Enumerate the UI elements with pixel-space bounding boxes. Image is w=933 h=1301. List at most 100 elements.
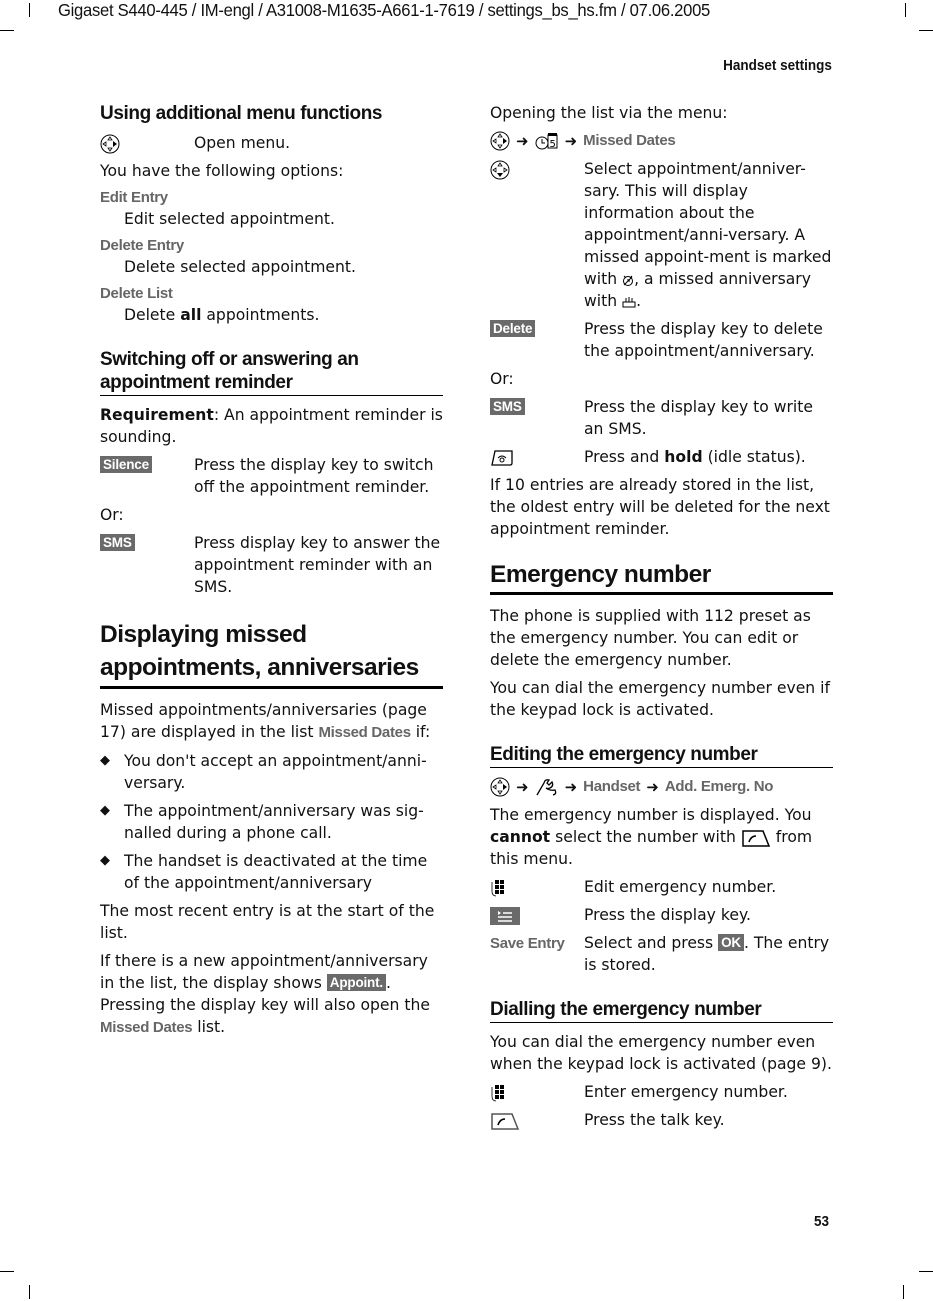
paragraph: The phone is supplied with 112 preset as… — [490, 607, 811, 669]
left-column: Using additional menu functions Open men… — [100, 102, 443, 1045]
paragraph: You have the following options: — [100, 162, 344, 180]
paragraph: You can dial the emergency number even w… — [490, 1033, 832, 1073]
list-item-text: The appointment/anniversary was sig-nall… — [124, 802, 424, 842]
instruction-row: Press and hold (idle status). — [490, 446, 833, 468]
paragraph: Or: — [100, 506, 124, 524]
text: Delete — [124, 306, 181, 324]
instruction-text: Enter emergency number. — [584, 1083, 788, 1101]
keypad-icon — [490, 1084, 508, 1102]
crop-mark — [919, 30, 933, 31]
paragraph: If there is a new appointment/anniversar… — [100, 950, 443, 1039]
end-call-key-icon — [490, 449, 514, 467]
option-description: Delete selected appointment. — [124, 258, 356, 276]
instruction-row: Select appointment/anniver-sary. This wi… — [490, 158, 833, 312]
crop-mark — [903, 1285, 904, 1299]
instruction-text: Open menu. — [194, 134, 291, 152]
menu-item-handset: Handset — [583, 778, 641, 795]
bullet-diamond-icon: ◆ — [100, 803, 110, 818]
talk-key-icon — [490, 1111, 520, 1131]
instruction-row: SMS Press the display key to write an SM… — [490, 396, 833, 440]
section-title: Emergency number — [490, 560, 833, 595]
list-item-text: You don't accept an appointment/anni-ver… — [124, 752, 427, 792]
keypad-icon — [490, 879, 508, 897]
menu-item-add-emerg-no: Add. Emerg. No — [664, 778, 774, 795]
instruction-row: SMS Press display key to answer the appo… — [100, 532, 443, 598]
instruction-text: Press the display key to switch off the … — [194, 456, 434, 496]
display-key-sms: SMS — [100, 534, 135, 551]
control-key-right-icon — [490, 131, 510, 151]
svg-text:5: 5 — [549, 139, 555, 150]
display-key-ok: OK — [718, 934, 744, 951]
text: The emergency number is displayed. You — [490, 806, 812, 824]
crop-mark — [29, 3, 30, 17]
talk-key-icon — [741, 828, 771, 848]
display-key-appoint: Appoint. — [326, 974, 386, 991]
paragraph: Missed appointments/anniversaries (page … — [100, 699, 443, 744]
instruction-row: Delete Press the display key to delete t… — [490, 318, 833, 362]
text: if: — [410, 723, 431, 741]
arrow-right-icon: ➜ — [564, 132, 578, 150]
instruction-text: Edit emergency number. — [584, 878, 777, 896]
paragraph: The emergency number is displayed. You c… — [490, 804, 833, 870]
instruction-text: Select appointment/anniver-sary. This wi… — [584, 158, 833, 312]
menu-option-save-entry: Save Entry — [490, 935, 565, 952]
crop-mark — [0, 1271, 14, 1272]
menu-option-edit-entry: Edit Entry — [100, 189, 168, 206]
instruction-row: Press the display key. — [490, 904, 833, 926]
instruction-text: Press display key to answer the appointm… — [194, 534, 441, 596]
crop-mark — [919, 1271, 933, 1272]
instruction-text: Press the talk key. — [584, 1111, 725, 1129]
text: (idle status). — [702, 448, 806, 466]
section-title: Displaying missed appointments, annivers… — [100, 618, 443, 689]
text: , a missed anniversary with — [584, 270, 811, 310]
section-title: Using additional menu functions — [100, 103, 383, 124]
menu-option-delete-list: Delete List — [100, 285, 173, 302]
menu-item-ref: Missed Dates — [100, 1019, 193, 1036]
text: Select and press — [584, 934, 719, 952]
instruction-row: Open menu. — [100, 132, 443, 154]
right-column: Opening the list via the menu: ➜ 5 ➜ Mis… — [490, 102, 833, 1137]
list-item: ◆ You don't accept an appointment/anni-ve… — [100, 750, 443, 794]
control-key-down-icon — [490, 160, 510, 180]
menu-option-delete-entry: Delete Entry — [100, 237, 184, 254]
menu-display-key-icon — [490, 906, 520, 925]
section-title: Editing the emergency number — [490, 743, 833, 768]
bullet-diamond-icon: ◆ — [100, 853, 110, 868]
arrow-right-icon: ➜ — [564, 778, 578, 796]
birthday-cake-icon — [622, 296, 636, 308]
arrow-right-icon: ➜ — [516, 778, 529, 796]
text: appointments. — [201, 306, 320, 324]
requirement: Requirement: An appointment reminder is … — [100, 404, 443, 448]
text: . — [636, 292, 642, 310]
menu-path: ➜ 5 ➜ Missed Dates — [490, 130, 833, 152]
instruction-row: Edit emergency number. — [490, 876, 833, 898]
paragraph: The most recent entry is at the start of… — [100, 902, 435, 942]
instruction-row: Press the talk key. — [490, 1109, 833, 1131]
alarm-clock-icon — [622, 273, 634, 287]
emphasis: all — [180, 306, 202, 324]
list-item: ◆ The appointment/anniversary was sig-nal… — [100, 800, 443, 844]
menu-path: ➜ ➜ Handset ➜ Add. Emerg. No — [490, 776, 833, 798]
page-number: 53 — [814, 1213, 830, 1230]
instruction-row: Save Entry Select and press OK. The entr… — [490, 932, 833, 976]
settings-wrench-icon — [535, 777, 559, 797]
option-description: Delete all appointments. — [100, 304, 443, 326]
instruction-text: Press the display key. — [584, 906, 751, 924]
instruction-text: Press the display key to delete the appo… — [584, 320, 823, 360]
paragraph: If 10 entries are already stored in the … — [490, 476, 830, 538]
paragraph: Or: — [490, 370, 514, 388]
instruction-row: Enter emergency number. — [490, 1081, 833, 1103]
requirement-label: Requirement — [100, 406, 214, 424]
instruction-text: Press and hold (idle status). — [584, 446, 833, 468]
document-header: Gigaset S440-445 / IM-engl / A31008-M163… — [58, 0, 711, 20]
display-key-delete: Delete — [490, 320, 536, 337]
text: list. — [192, 1018, 226, 1036]
instruction-row: Silence Press the display key to switch … — [100, 454, 443, 498]
display-key-sms: SMS — [490, 398, 525, 415]
bullet-diamond-icon: ◆ — [100, 753, 110, 768]
control-key-right-icon — [100, 134, 120, 154]
organiser-calendar-icon: 5 — [535, 132, 559, 150]
paragraph: You can dial the emergency number even i… — [490, 679, 830, 719]
section-title: Dialling the emergency number — [490, 998, 833, 1023]
paragraph: Opening the list via the menu: — [490, 104, 728, 122]
